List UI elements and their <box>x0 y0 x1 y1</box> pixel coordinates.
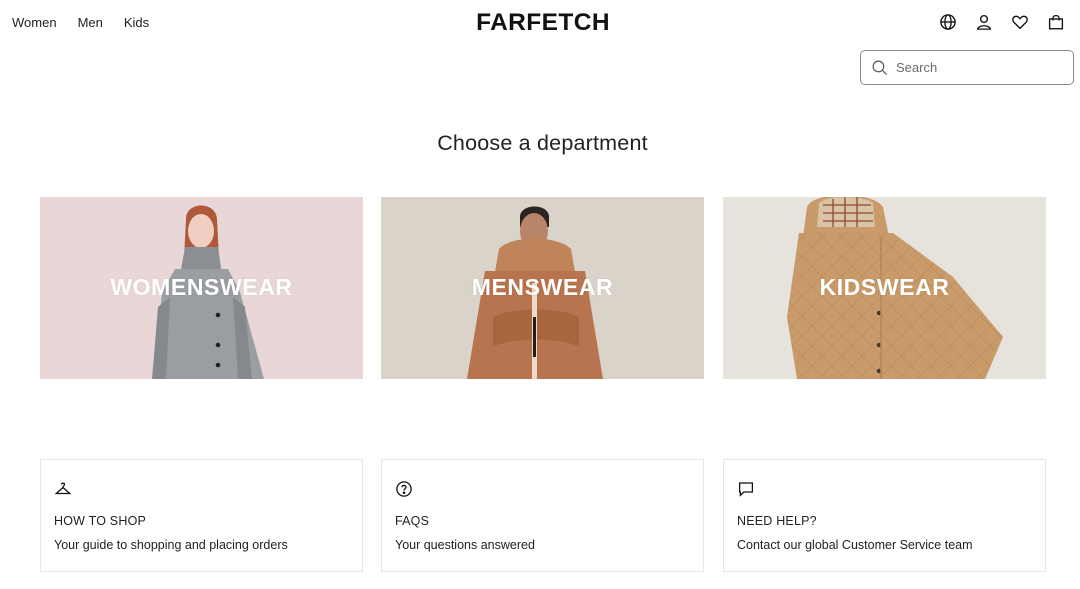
globe-icon[interactable] <box>938 12 958 32</box>
faqs-description: Your questions answered <box>395 538 535 552</box>
department-kidswear[interactable]: KIDSWEAR <box>723 197 1046 379</box>
nav-women-link[interactable]: Women <box>12 15 57 30</box>
how-to-shop-description: Your guide to shopping and placing order… <box>54 538 288 552</box>
account-icon[interactable] <box>974 12 994 32</box>
how-to-shop-title: HOW TO SHOP <box>54 514 147 528</box>
wishlist-heart-icon[interactable] <box>1010 12 1030 32</box>
hanger-icon <box>54 480 74 500</box>
department-menswear[interactable]: MENSWEAR <box>381 197 704 379</box>
nav-men-link[interactable]: Men <box>78 15 103 30</box>
search-input[interactable] <box>896 60 1066 75</box>
page-title: Choose a department <box>437 131 648 155</box>
faqs-title: FAQS <box>395 514 430 528</box>
kidswear-label: KIDSWEAR <box>819 274 950 300</box>
need-help-card[interactable]: NEED HELP? Contact our global Customer S… <box>723 459 1046 572</box>
need-help-description: Contact our global Customer Service team <box>737 538 973 552</box>
how-to-shop-card[interactable]: HOW TO SHOP Your guide to shopping and p… <box>40 459 363 572</box>
need-help-title: NEED HELP? <box>737 514 817 528</box>
menswear-label: MENSWEAR <box>471 274 614 300</box>
farfetch-logo[interactable]: FARFETCH <box>462 10 624 36</box>
header-icons <box>938 12 1066 32</box>
site-header: Women Men Kids FARFETCH <box>0 0 1080 46</box>
gender-nav: Women Men Kids <box>12 15 149 30</box>
faqs-card[interactable]: FAQS Your questions answered <box>381 459 704 572</box>
nav-kids-link[interactable]: Kids <box>124 15 149 30</box>
search-icon <box>872 60 887 75</box>
question-circle-icon <box>395 480 415 500</box>
search-box[interactable] <box>860 50 1074 85</box>
department-womenswear[interactable]: WOMENSWEAR <box>40 197 363 379</box>
chat-bubble-icon <box>737 480 757 500</box>
womenswear-label: WOMENSWEAR <box>110 274 293 300</box>
shopping-bag-icon[interactable] <box>1046 12 1066 32</box>
